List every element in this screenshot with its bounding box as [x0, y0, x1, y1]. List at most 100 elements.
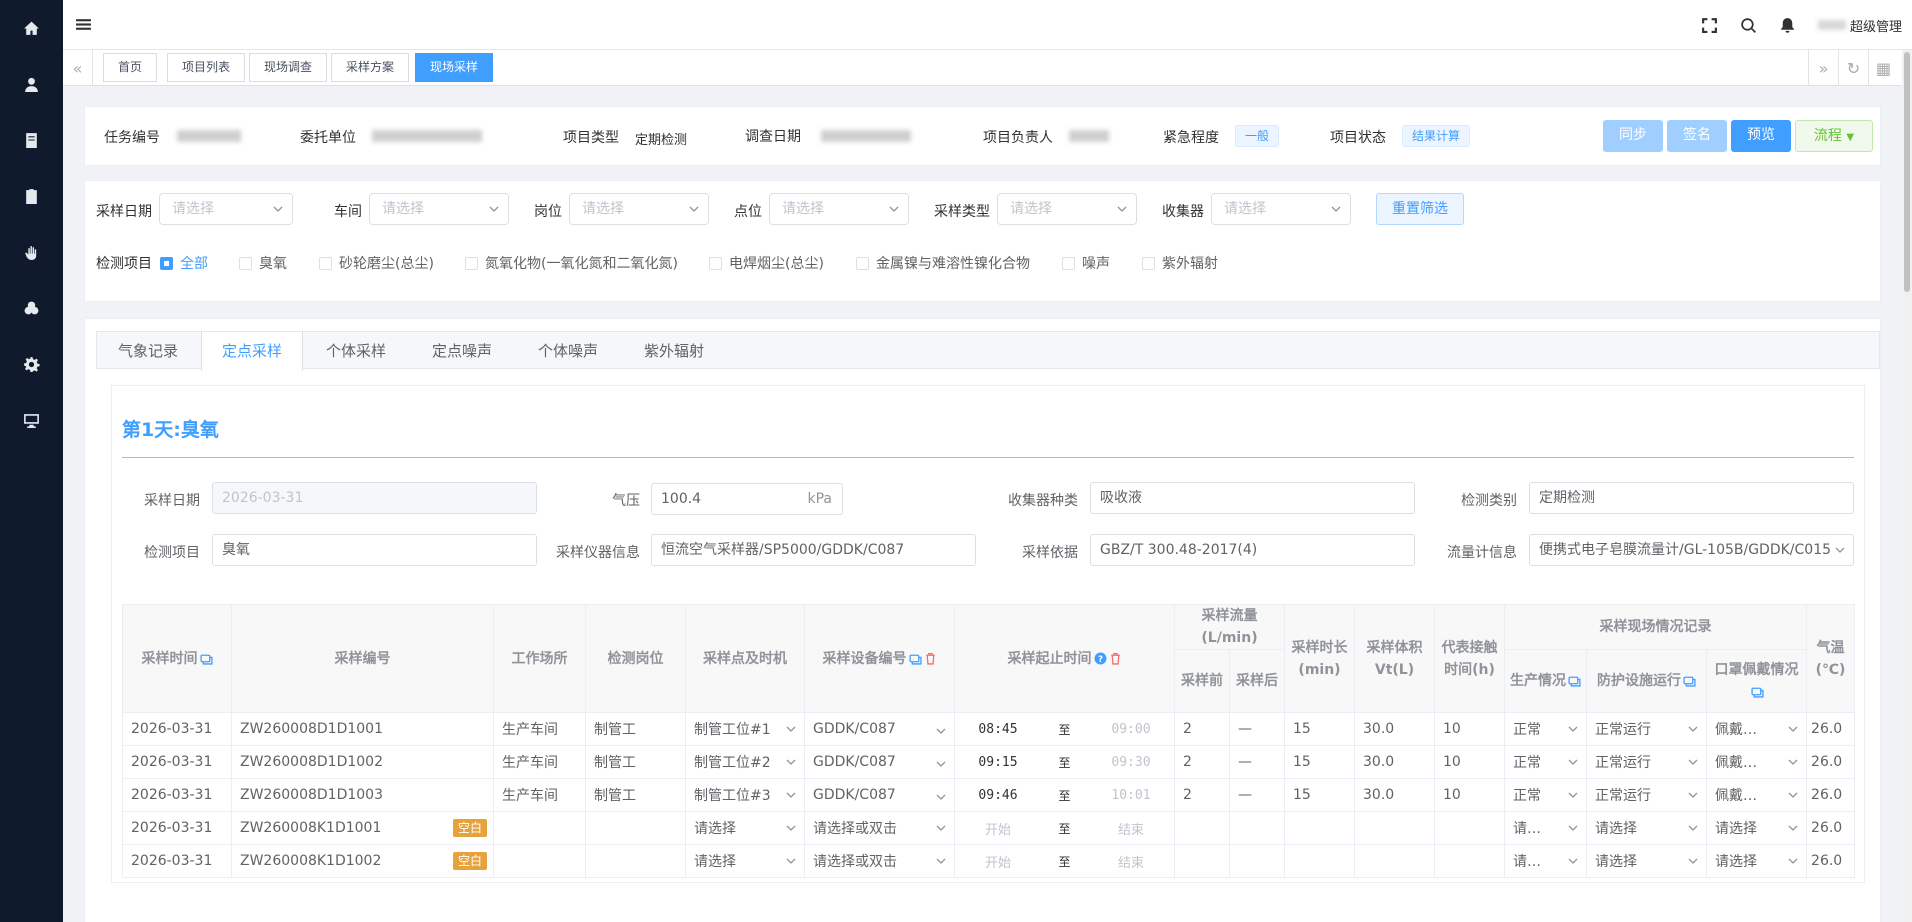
end-time-input[interactable]: 结束	[1096, 819, 1166, 838]
cell-equip-select[interactable]: 请选择或双击	[804, 811, 955, 845]
tags-scroll-left[interactable]: «	[63, 50, 93, 86]
nav-user[interactable]	[0, 66, 63, 102]
cell-protect-select[interactable]: 正常运行	[1586, 778, 1707, 812]
form-item-input[interactable]: 臭氧	[212, 534, 537, 566]
nav-hand[interactable]	[0, 234, 63, 270]
tags-scroll-right[interactable]: »	[1808, 50, 1838, 86]
cell-production-select[interactable]: 正常	[1504, 712, 1587, 746]
end-time-input[interactable]: 09:30	[1096, 755, 1166, 770]
copy-icon[interactable]	[199, 652, 213, 665]
cell-protect-select[interactable]: 正常运行	[1586, 712, 1707, 746]
help-icon[interactable]: ?	[1094, 652, 1107, 665]
nav-settings[interactable]	[0, 346, 63, 382]
start-time-input[interactable]: 开始	[963, 852, 1033, 871]
tab-individual-noise[interactable]: 个体噪声	[515, 332, 621, 370]
item-checkbox-noise[interactable]: 噪声	[1062, 253, 1110, 273]
cell-equip-select[interactable]: 请选择或双击	[804, 844, 955, 878]
delete-icon[interactable]	[924, 652, 937, 665]
tab-individual[interactable]: 个体采样	[305, 332, 407, 370]
start-time-input[interactable]: 开始	[963, 819, 1033, 838]
cell-mask-select[interactable]: 佩戴…	[1705, 712, 1808, 746]
cell-production-select[interactable]: 正常	[1504, 778, 1587, 812]
nav-clipboard[interactable]	[0, 178, 63, 214]
nav-home[interactable]	[0, 10, 63, 46]
form-flowmeter-select[interactable]: 便携式电子皂膜流量计/GL-105B/GDDK/C015	[1529, 534, 1854, 566]
filter-workshop-select[interactable]: 请选择	[369, 193, 509, 225]
item-checkbox-uv[interactable]: 紫外辐射	[1142, 253, 1218, 273]
user-menu[interactable]: 超级管理	[1817, 16, 1902, 35]
sync-button[interactable]: 同步	[1603, 120, 1663, 152]
tag-home[interactable]: 首页	[103, 53, 158, 82]
copy-icon[interactable]	[908, 652, 922, 665]
filter-point-select[interactable]: 请选择	[769, 193, 909, 225]
cell-equip-select[interactable]: GDDK/C087	[804, 712, 955, 746]
nav-monitor[interactable]	[0, 402, 63, 438]
nav-book[interactable]	[0, 122, 63, 158]
cell-production-select[interactable]: 正常	[1504, 745, 1587, 779]
hamburger-icon[interactable]	[75, 16, 92, 33]
item-checkbox-grinding-dust[interactable]: 砂轮磨尘(总尘)	[319, 253, 434, 273]
cell-protect-select[interactable]: 请选择	[1586, 844, 1707, 878]
cell-mask-select[interactable]: 佩戴…	[1705, 745, 1808, 779]
tag-field-sampling[interactable]: 现场采样	[415, 53, 494, 82]
cell-equip-select[interactable]: GDDK/C087	[804, 745, 955, 779]
start-time-input[interactable]: 08:45	[963, 722, 1033, 737]
fullscreen-icon[interactable]	[1701, 17, 1718, 34]
form-basis-input[interactable]: GBZ/T 300.48-2017(4)	[1090, 534, 1415, 566]
nav-cogs[interactable]	[0, 290, 63, 326]
filter-post-select[interactable]: 请选择	[569, 193, 709, 225]
preview-button[interactable]: 预览	[1731, 120, 1791, 152]
item-checkbox-nickel[interactable]: 金属镍与难溶性镍化合物	[856, 253, 1030, 273]
page-scrollbar[interactable]	[1902, 50, 1912, 922]
flow-dropdown-button[interactable]: 流程 ▼	[1795, 120, 1873, 152]
copy-icon[interactable]	[1751, 685, 1764, 698]
bell-icon[interactable]	[1779, 17, 1796, 34]
item-checkbox-all[interactable]: 全部	[160, 253, 208, 273]
cell-protect-select[interactable]: 正常运行	[1586, 745, 1707, 779]
tab-uv[interactable]: 紫外辐射	[621, 332, 727, 370]
filter-collector-select[interactable]: 请选择	[1211, 193, 1351, 225]
item-checkbox-welding-fume[interactable]: 电焊烟尘(总尘)	[709, 253, 824, 273]
cell-production-select[interactable]: 请…	[1504, 811, 1587, 845]
cell-production-select[interactable]: 请…	[1504, 844, 1587, 878]
tag-project-list[interactable]: 项目列表	[167, 53, 246, 82]
tags-menu-button[interactable]: ▦	[1868, 50, 1898, 86]
filter-type-select[interactable]: 请选择	[997, 193, 1137, 225]
filter-date-select[interactable]: 请选择	[159, 193, 293, 225]
cell-point-select[interactable]: 请选择	[685, 811, 805, 845]
end-time-input[interactable]: 结束	[1096, 852, 1166, 871]
cell-equip-select[interactable]: GDDK/C087	[804, 778, 955, 812]
item-checkbox-nox[interactable]: 氮氧化物(一氧化氮和二氧化氮)	[465, 253, 678, 273]
sign-button[interactable]: 签名	[1667, 120, 1727, 152]
cell-mask-select[interactable]: 请选择	[1705, 811, 1808, 845]
tab-fixed-noise[interactable]: 定点噪声	[409, 332, 515, 370]
scrollbar-thumb[interactable]	[1904, 52, 1910, 292]
cell-point-select[interactable]: 制管工位#1	[685, 712, 805, 746]
cell-point-select[interactable]: 制管工位#3	[685, 778, 805, 812]
reset-filter-button[interactable]: 重置筛选	[1376, 193, 1464, 225]
copy-icon[interactable]	[1683, 674, 1696, 687]
item-checkbox-ozone[interactable]: 臭氧	[239, 253, 287, 273]
start-time-input[interactable]: 09:15	[963, 755, 1033, 770]
tag-sampling-plan[interactable]: 采样方案	[331, 53, 410, 82]
end-time-input[interactable]: 10:01	[1096, 788, 1166, 803]
cell-protect-select[interactable]: 请选择	[1586, 811, 1707, 845]
tab-fixed-point[interactable]: 定点采样	[201, 332, 303, 371]
copy-icon[interactable]	[1568, 674, 1581, 687]
tag-site-survey[interactable]: 现场调查	[249, 53, 328, 82]
search-icon[interactable]	[1740, 17, 1757, 34]
cell-mask-select[interactable]: 请选择	[1705, 844, 1808, 878]
form-category-input[interactable]: 定期检测	[1529, 482, 1854, 514]
form-instrument-input[interactable]: 恒流空气采样器/SP5000/GDDK/C087	[651, 534, 976, 566]
start-time-input[interactable]: 09:46	[963, 788, 1033, 803]
cell-mask-select[interactable]: 佩戴…	[1705, 778, 1808, 812]
form-date-input[interactable]: 2026-03-31	[212, 482, 537, 514]
refresh-button[interactable]: ↻	[1838, 50, 1868, 86]
form-collector-input[interactable]: 吸收液	[1090, 482, 1415, 514]
cell-point-select[interactable]: 请选择	[685, 844, 805, 878]
end-time-input[interactable]: 09:00	[1096, 722, 1166, 737]
tab-weather[interactable]: 气象记录	[97, 332, 199, 370]
cell-point-select[interactable]: 制管工位#2	[685, 745, 805, 779]
delete-icon[interactable]	[1109, 652, 1122, 665]
form-pressure-input[interactable]: 100.4 kPa	[651, 483, 843, 515]
